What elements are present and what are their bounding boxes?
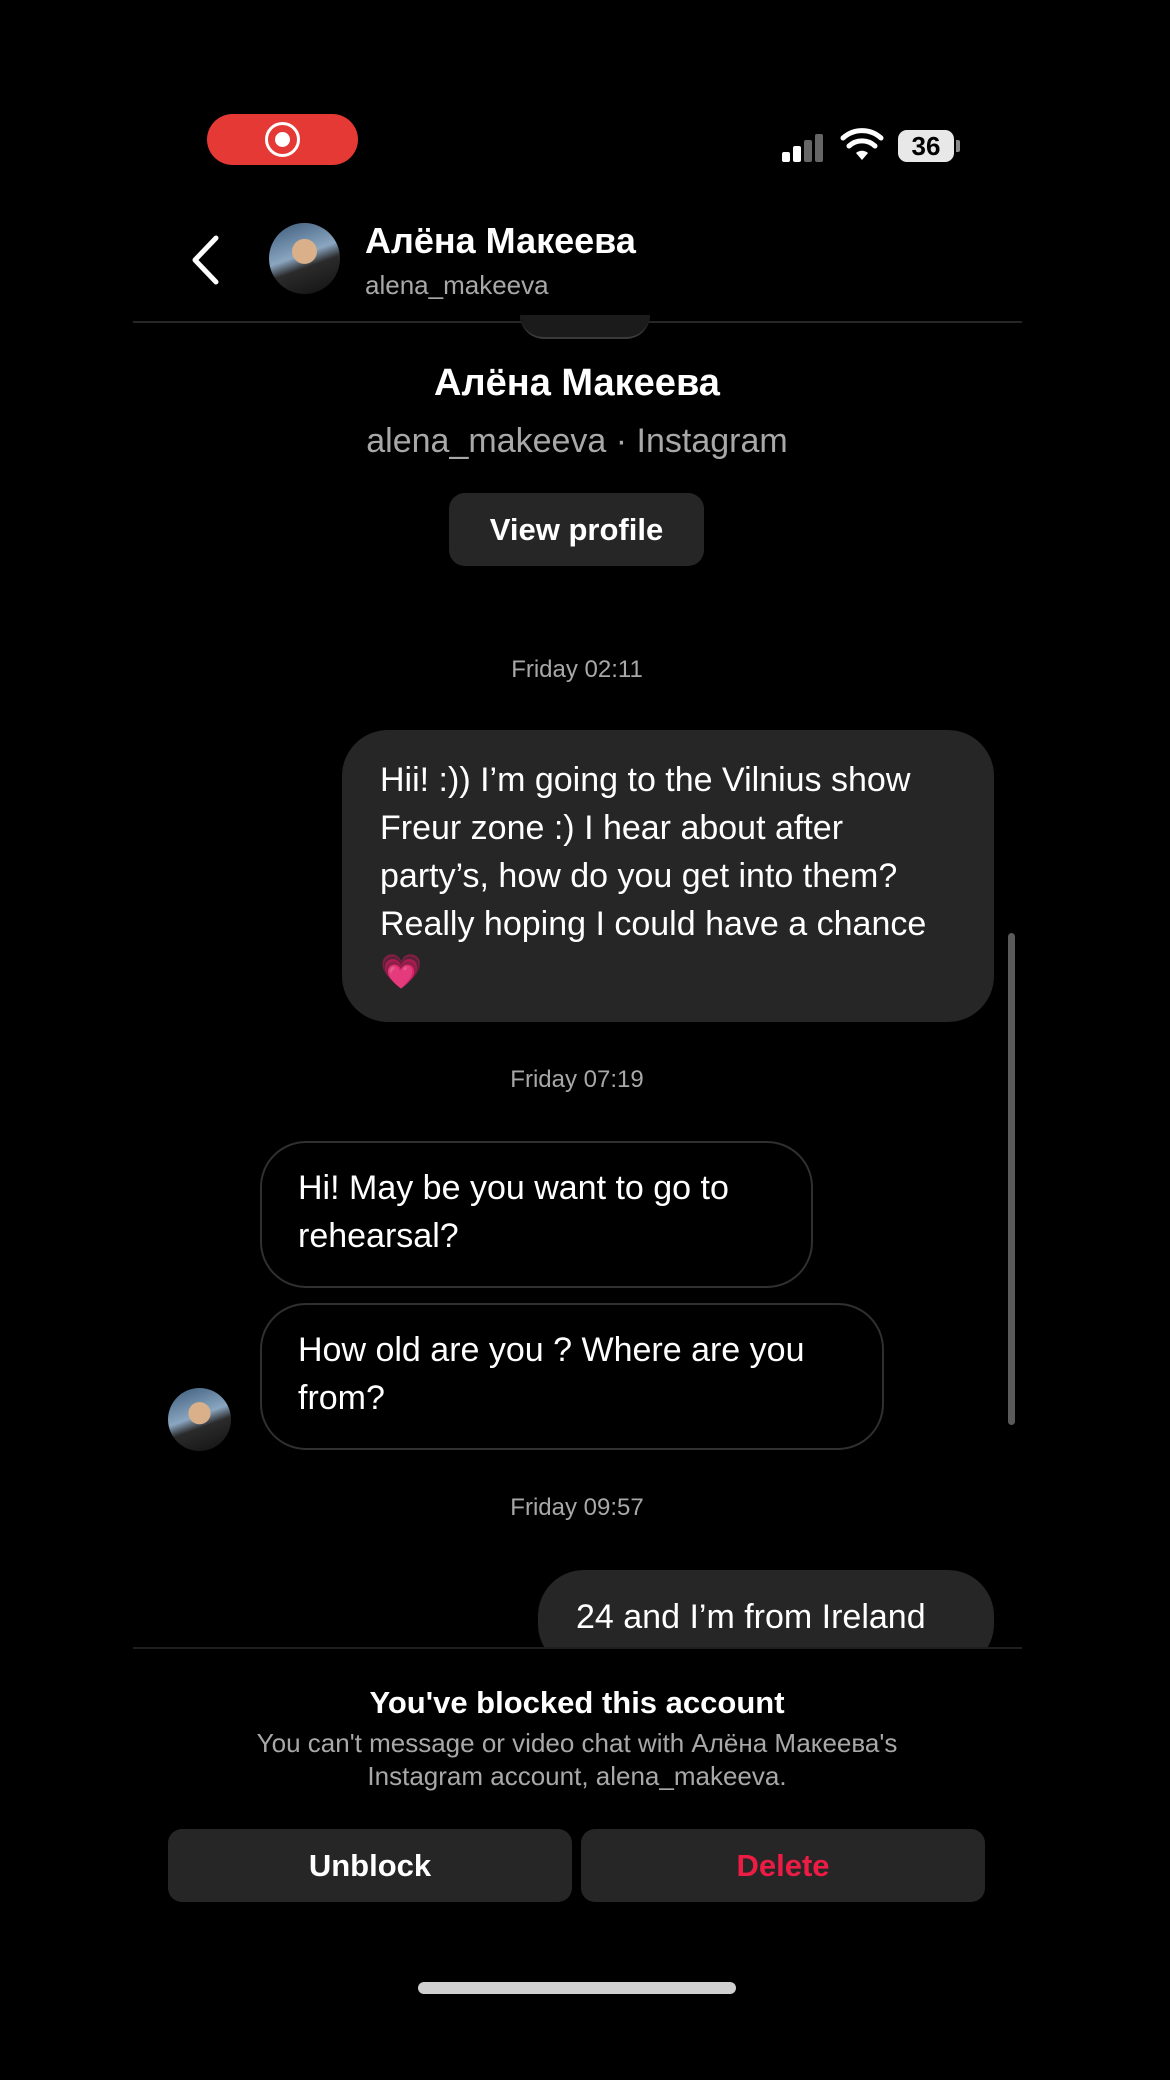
sender-avatar[interactable] [168,1388,231,1451]
header-name[interactable]: Алёна Макеева [365,220,636,262]
battery-icon: 36 [898,130,962,164]
incoming-message[interactable]: How old are you ? Where are you from? [260,1303,884,1450]
screen-recording-indicator[interactable] [207,114,358,165]
outgoing-message[interactable]: 24 and I’m from Ireland [538,1570,994,1648]
header-username[interactable]: alena_makeeva [365,270,549,301]
outgoing-message[interactable]: Hii! :)) I’m going to the Vilnius show F… [342,730,994,1022]
view-profile-button[interactable]: View profile [449,493,704,566]
cellular-signal-icon [782,132,826,162]
unblock-button[interactable]: Unblock [168,1829,572,1902]
delete-button[interactable]: Delete [581,1829,985,1902]
message-list-clip: 24 and I’m from Ireland [0,1520,1170,1648]
chevron-left-icon [192,235,219,285]
back-button[interactable] [183,230,233,290]
header-avatar[interactable] [269,223,340,294]
message-timestamp: Friday 02:11 [511,656,643,683]
battery-level: 36 [898,130,954,162]
message-timestamp: Friday 09:57 [510,1494,644,1521]
scrollbar[interactable] [1008,933,1015,1425]
blocked-title: You've blocked this account [369,1685,785,1720]
wifi-icon [840,128,884,160]
footer-divider [133,1647,1022,1649]
incoming-message[interactable]: Hi! May be you want to go to rehearsal? [260,1141,813,1288]
profile-subtitle: alena_makeeva · Instagram [366,422,788,460]
home-indicator[interactable] [418,1982,736,1994]
message-timestamp: Friday 07:19 [510,1066,644,1093]
profile-name: Алёна Макеева [434,362,720,404]
profile-avatar [520,315,650,339]
blocked-description: You can't message or video chat with Алё… [256,1728,898,1791]
